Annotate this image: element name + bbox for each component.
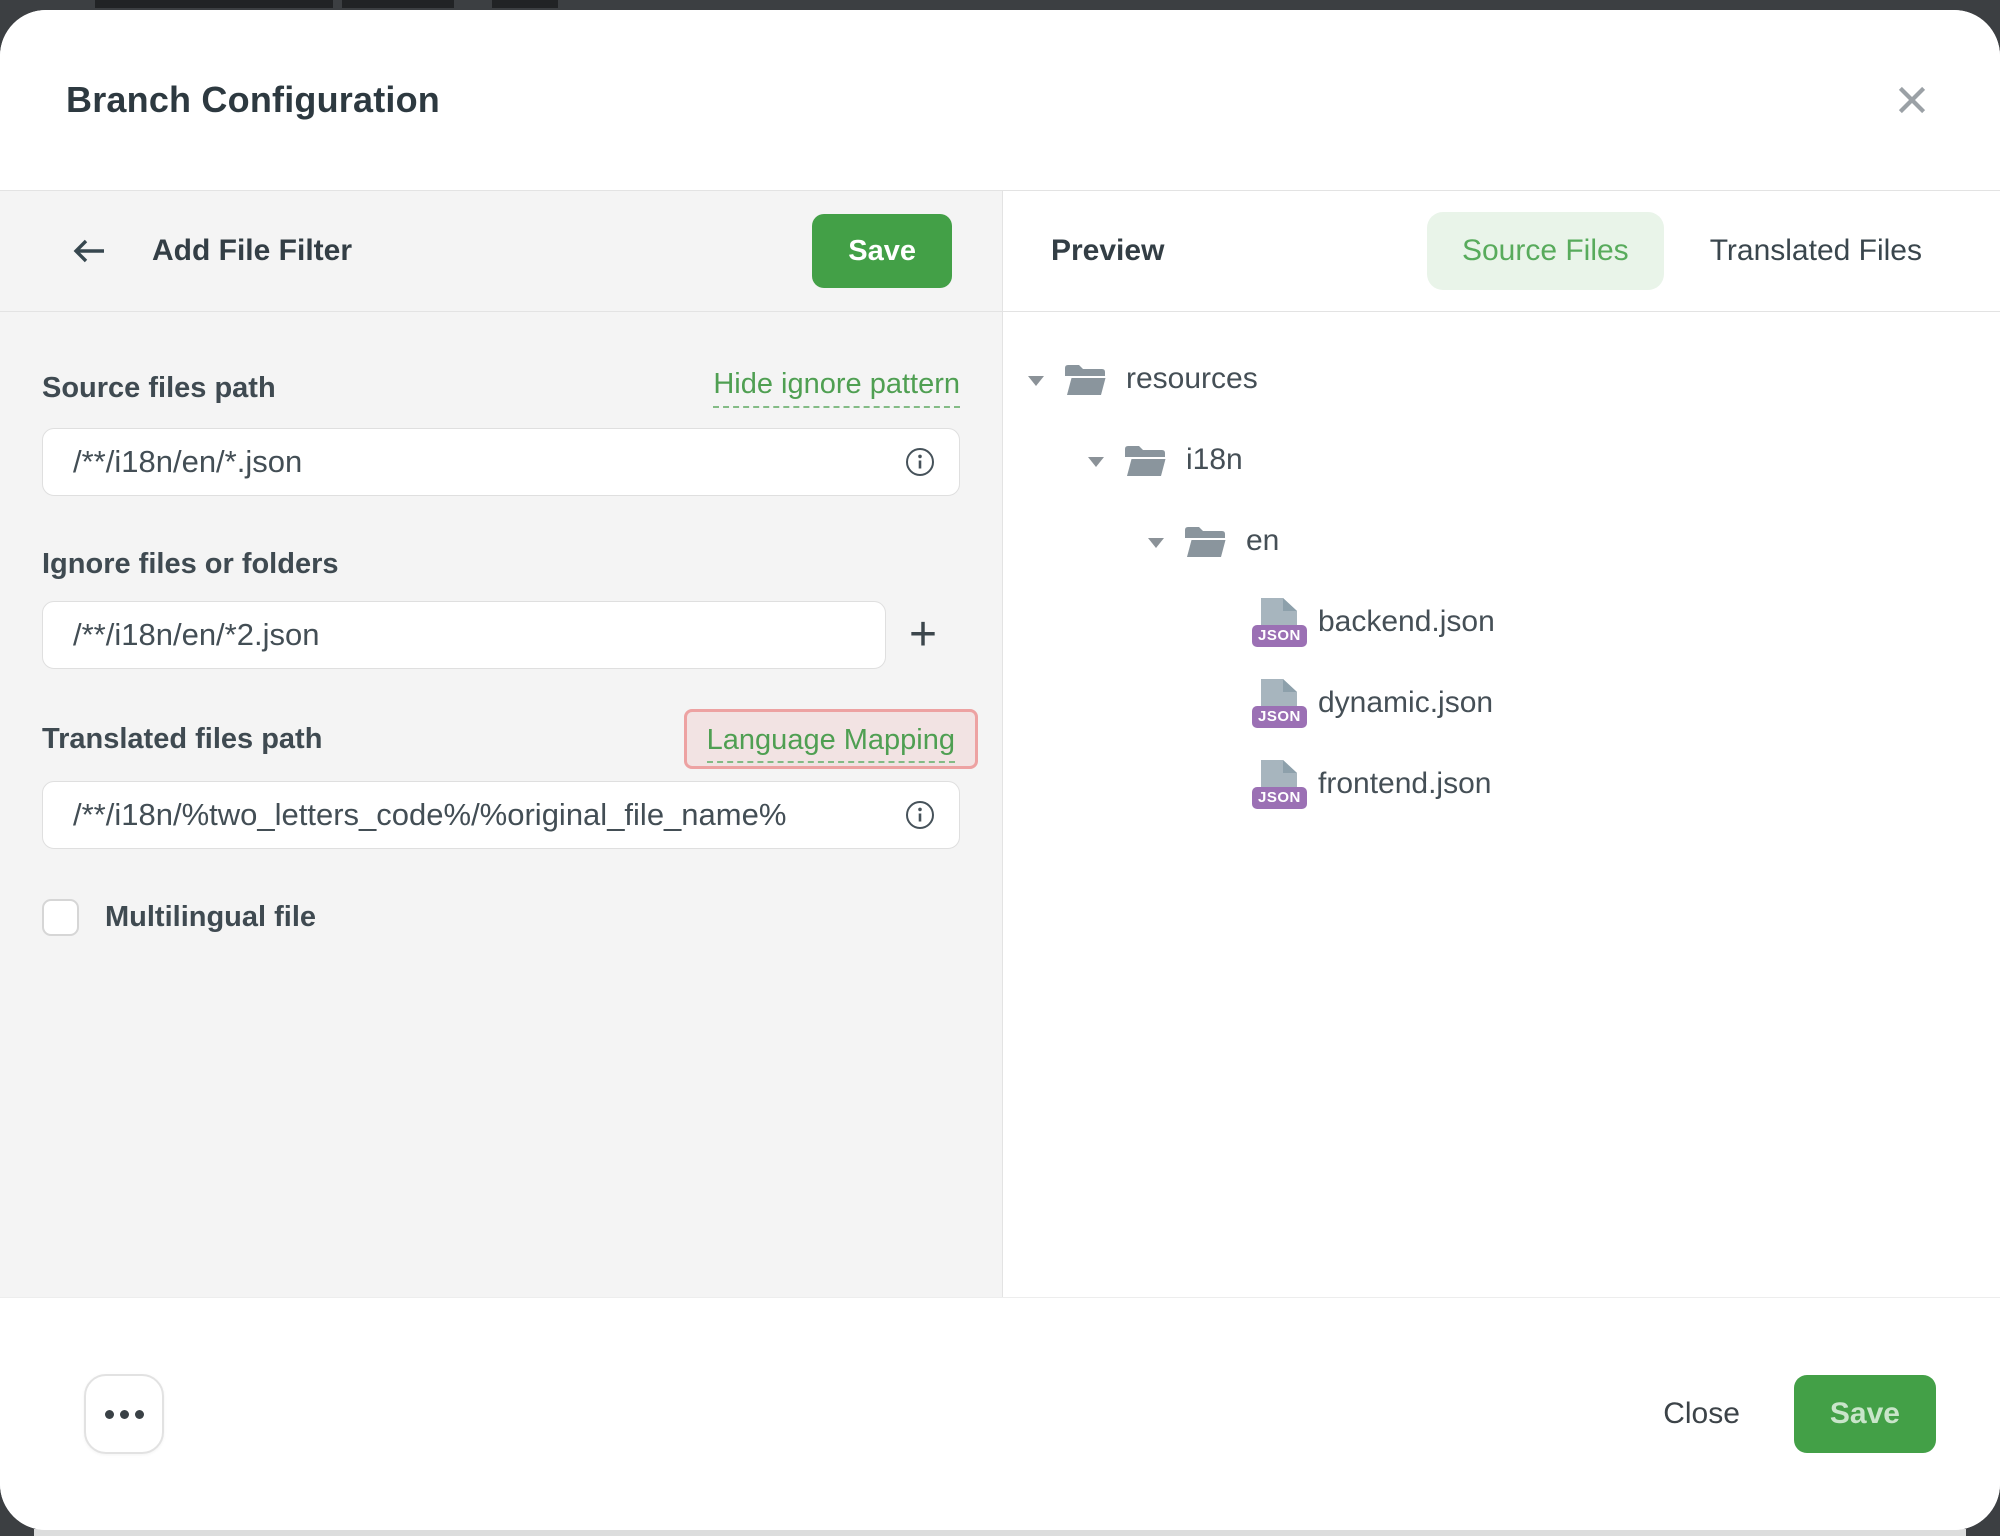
source-files-path-input[interactable]: /**/i18n/en/*.json bbox=[42, 428, 960, 496]
preview-header: Preview Source Files Translated Files bbox=[1003, 191, 2000, 311]
close-icon bbox=[1893, 81, 1931, 119]
filter-heading: Add File Filter bbox=[152, 234, 812, 268]
background-page-fragment bbox=[492, 0, 558, 8]
multilingual-row: Multilingual file bbox=[42, 899, 960, 936]
arrow-left-icon bbox=[68, 235, 108, 267]
source-field-head: Source files path Hide ignore pattern bbox=[42, 368, 960, 408]
add-ignore-pattern-button[interactable]: + bbox=[886, 601, 960, 669]
ignore-pattern-value: /**/i18n/en/*2.json bbox=[73, 617, 845, 653]
preview-heading: Preview bbox=[1051, 234, 1164, 268]
caret-down-icon[interactable] bbox=[1148, 538, 1164, 548]
ignore-field-head: Ignore files or folders bbox=[42, 548, 960, 581]
ellipsis-icon bbox=[120, 1410, 129, 1419]
more-options-button[interactable] bbox=[84, 1374, 164, 1454]
json-badge: JSON bbox=[1252, 625, 1307, 647]
dialog-title: Branch Configuration bbox=[66, 79, 440, 121]
preview-tree: resources i18n en bbox=[1003, 312, 2000, 1297]
dialog-close-button[interactable]: Close bbox=[1663, 1397, 1740, 1431]
info-icon[interactable] bbox=[905, 447, 935, 477]
folder-icon bbox=[1184, 524, 1226, 558]
dialog-title-bar: Branch Configuration bbox=[0, 10, 2000, 190]
json-badge: JSON bbox=[1252, 706, 1307, 728]
ignore-pattern-input[interactable]: /**/i18n/en/*2.json bbox=[42, 601, 886, 669]
ignore-files-label: Ignore files or folders bbox=[42, 548, 339, 581]
tab-translated-files[interactable]: Translated Files bbox=[1710, 234, 1922, 268]
filter-header: Add File Filter Save bbox=[0, 191, 1003, 311]
language-mapping-link[interactable]: Language Mapping bbox=[707, 724, 955, 763]
json-file-icon: JSON bbox=[1252, 679, 1302, 728]
background-page-fragment bbox=[34, 1529, 1966, 1536]
json-file-icon: JSON bbox=[1252, 598, 1302, 647]
translated-field-head: Translated files path Language Mapping bbox=[42, 709, 960, 769]
translated-files-path-label: Translated files path bbox=[42, 723, 322, 756]
multilingual-label: Multilingual file bbox=[105, 901, 316, 934]
json-file-icon: JSON bbox=[1252, 760, 1302, 809]
source-files-path-value: /**/i18n/en/*.json bbox=[73, 444, 889, 480]
info-icon[interactable] bbox=[905, 800, 935, 830]
tree-folder-resources[interactable]: resources bbox=[1026, 354, 2000, 404]
background-page-fragment bbox=[342, 0, 454, 8]
ellipsis-icon bbox=[105, 1410, 114, 1419]
background-page-fragment bbox=[95, 0, 333, 8]
file-filter-form: Source files path Hide ignore pattern /*… bbox=[0, 312, 1003, 1297]
dialog-body: Source files path Hide ignore pattern /*… bbox=[0, 312, 2000, 1297]
close-dialog-button[interactable] bbox=[1890, 78, 1934, 122]
dialog-save-button[interactable]: Save bbox=[1794, 1375, 1936, 1453]
tree-file-backend[interactable]: JSON backend.json bbox=[1026, 597, 2000, 647]
dialog-header-row: Add File Filter Save Preview Source File… bbox=[0, 190, 2000, 312]
back-button[interactable] bbox=[68, 235, 108, 267]
tree-folder-en[interactable]: en bbox=[1026, 516, 2000, 566]
language-mapping-highlight: Language Mapping bbox=[684, 709, 978, 769]
folder-icon bbox=[1124, 443, 1166, 477]
json-badge: JSON bbox=[1252, 787, 1307, 809]
caret-down-icon[interactable] bbox=[1028, 376, 1044, 386]
hide-ignore-pattern-link[interactable]: Hide ignore pattern bbox=[713, 368, 960, 408]
tree-folder-i18n[interactable]: i18n bbox=[1026, 435, 2000, 485]
dialog-footer: Close Save bbox=[0, 1297, 2000, 1530]
translated-files-path-input[interactable]: /**/i18n/%two_letters_code%/%original_fi… bbox=[42, 781, 960, 849]
multilingual-checkbox[interactable] bbox=[42, 899, 79, 936]
filter-save-button[interactable]: Save bbox=[812, 214, 952, 288]
ignore-field-row: /**/i18n/en/*2.json + bbox=[42, 601, 960, 669]
folder-icon bbox=[1064, 362, 1106, 396]
translated-files-path-value: /**/i18n/%two_letters_code%/%original_fi… bbox=[73, 797, 889, 833]
source-files-path-label: Source files path bbox=[42, 372, 276, 405]
ellipsis-icon bbox=[135, 1410, 144, 1419]
tree-file-frontend[interactable]: JSON frontend.json bbox=[1026, 759, 2000, 809]
tree-file-dynamic[interactable]: JSON dynamic.json bbox=[1026, 678, 2000, 728]
branch-configuration-dialog: Branch Configuration Add File Filter Sav… bbox=[0, 10, 2000, 1530]
caret-down-icon[interactable] bbox=[1088, 457, 1104, 467]
tab-source-files[interactable]: Source Files bbox=[1427, 212, 1664, 290]
